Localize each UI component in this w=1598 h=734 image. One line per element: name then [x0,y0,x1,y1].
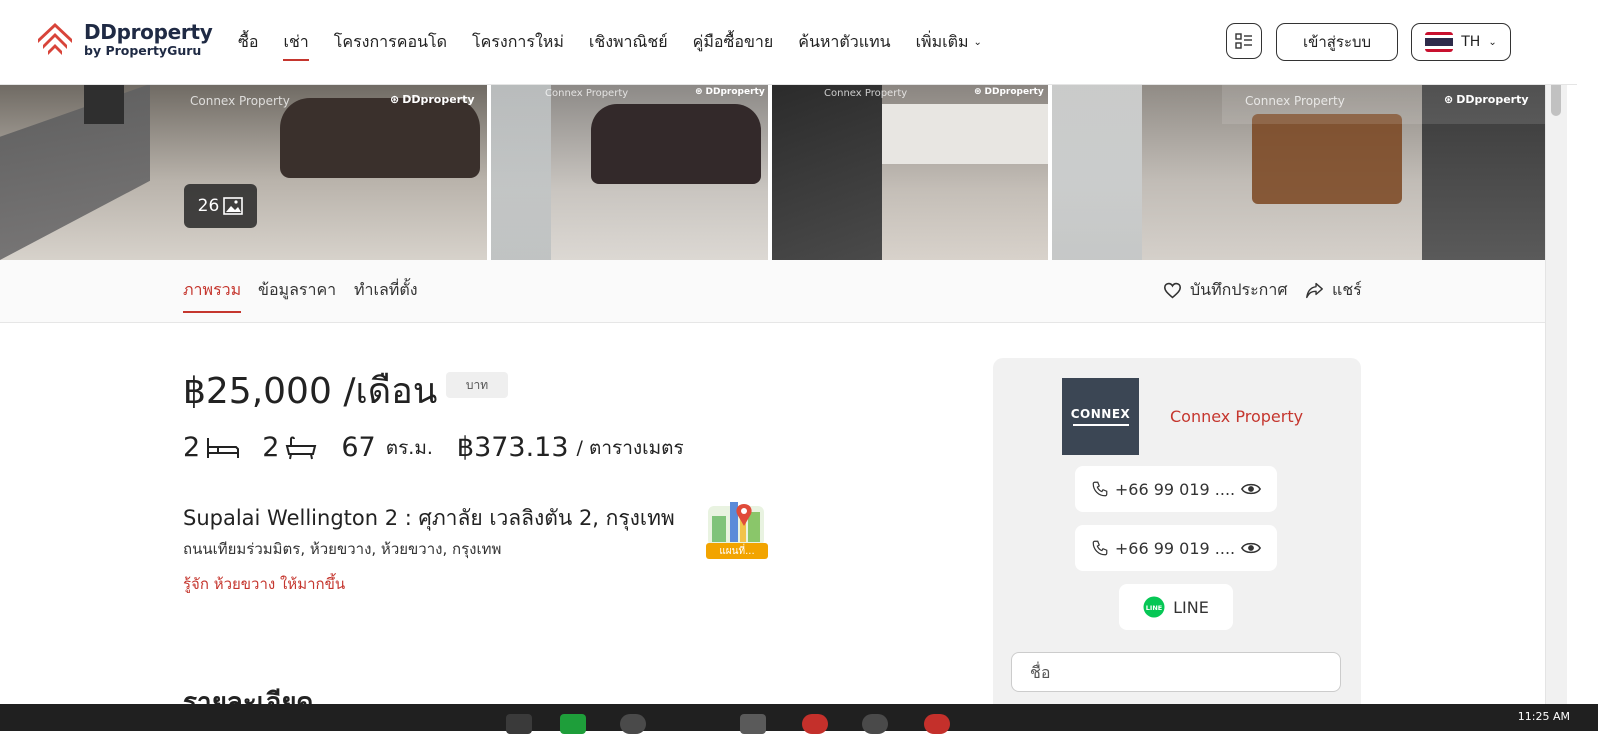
photo-count: 26 [197,196,220,216]
nav-find-agent[interactable]: ค้นหาตัวแทน [798,30,890,55]
map-label[interactable]: แผนที่... [706,543,768,559]
price-per-sqm-unit: / ตารางเมตร [576,436,684,459]
language-code: TH [1461,34,1481,50]
thai-flag-icon [1425,32,1454,52]
agent-logo-underline [1072,424,1129,426]
share-icon [1306,282,1323,299]
taskbar-app-icon[interactable] [560,714,586,734]
listing-subnav: ภาพรวม ข้อมูลราคา ทำเลที่ตั้ง บันทึกประก… [0,260,1545,323]
watermark-brand: ⊛ DDproperty [390,93,475,106]
heart-icon [1163,282,1182,299]
image-icon [223,197,244,215]
logo-subtitle: by PropertyGuru [84,43,202,59]
phone-button-2[interactable]: +66 99 019 .... [1075,525,1277,571]
main-nav: ซื้อ เช่า โครงการคอนโด โครงการใหม่ เชิงพ… [238,30,1007,61]
share-button[interactable]: แชร์ [1305,278,1362,303]
taskbar-app-icon[interactable] [506,714,532,734]
name-input[interactable] [1011,652,1341,692]
eye-icon [1241,483,1262,495]
system-clock[interactable]: 11:25 AM [1518,710,1570,723]
phone-number-1: +66 99 019 .... [1114,479,1236,499]
photo-gallery[interactable]: Connex Property ⊛ DDproperty 26 Connex Pr… [0,84,1545,260]
login-button[interactable]: เข้าสู่ระบบ [1276,23,1398,61]
gallery-photo[interactable]: Connex Property ⊛ DDproperty [772,84,1048,260]
agent-logo-text: CONNEX [1070,407,1131,421]
bed-icon [207,437,240,458]
phone-number-2: +66 99 019 .... [1114,538,1236,558]
nav-condo-projects[interactable]: โครงการคอนโด [334,30,447,55]
nav-more[interactable]: เพิ่มเติม ⌄ [916,30,982,55]
area-unit: ตร.ม. [385,436,433,459]
listing-specs: 2 2 67 ตร.ม. ฿373.13 / ตารางเมตร [183,432,684,463]
tab-location[interactable]: ทำเลที่ตั้ง [354,278,418,303]
line-app-icon: LINE [1143,596,1165,618]
taskbar-app-icon[interactable] [862,714,888,734]
phone-icon [1092,481,1108,497]
gallery-photo[interactable]: Connex Property ⊛ DDproperty [1052,84,1545,260]
watermark-brand: ⊛ DDproperty [695,87,765,97]
svg-text:LINE: LINE [1146,604,1162,612]
line-contact-button[interactable]: LINE LINE [1119,584,1233,630]
taskbar-app-icon[interactable] [802,714,828,734]
language-selector[interactable]: TH ⌄ [1411,23,1511,61]
gallery-photo[interactable]: Connex Property ⊛ DDproperty 26 [0,84,487,260]
gallery-photo[interactable]: Connex Property ⊛ DDproperty [491,84,768,260]
watermark-agency: Connex Property [824,88,908,99]
currency-tag[interactable]: บาท [446,372,508,398]
price-per-sqm: ฿373.13 [456,432,569,463]
site-header: DDproperty by PropertyGuru ซื้อ เช่า โคร… [0,0,1577,85]
phone-button-1[interactable]: +66 99 019 .... [1075,466,1277,512]
tab-price-info[interactable]: ข้อมูลราคา [258,278,336,303]
agent-name[interactable]: Connex Property [1170,407,1303,426]
watermark-agency: Connex Property [1245,94,1345,108]
save-listing-label: บันทึกประกาศ [1190,280,1288,299]
nav-rent[interactable]: เช่า [283,30,310,61]
photo-count-button[interactable]: 26 [184,184,257,228]
listing-address: ถนนเทียมร่วมมิตร, ห้วยขวาง, ห้วยขวาง, กร… [183,540,502,558]
watermark-brand: ⊛ DDproperty [974,87,1044,97]
bathtub-icon [286,436,317,459]
line-label: LINE [1173,597,1209,617]
taskbar-app-icon[interactable] [924,714,950,734]
house-logo-icon [38,23,72,55]
nav-guides[interactable]: คู่มือซื้อขาย [693,30,774,55]
taskbar-app-icon[interactable] [740,714,766,734]
nav-more-label: เพิ่มเติม [915,32,969,51]
page-scrollbar[interactable]: ▲ [1545,0,1567,731]
nav-new-projects[interactable]: โครงการใหม่ [472,30,564,55]
listing-price: ฿25,000 /เดือน [183,371,438,412]
taskbar-app-icon[interactable] [620,714,646,734]
save-listing-button[interactable]: บันทึกประกาศ [1163,278,1288,303]
watermark-brand: ⊛ DDproperty [1444,93,1529,106]
area-value: 67 [341,432,376,463]
agent-contact-card: CONNEX Connex Property +66 99 019 .... +… [993,358,1361,718]
agent-logo[interactable]: CONNEX [1062,378,1139,455]
phone-icon [1092,540,1108,556]
ddproperty-logo[interactable]: DDproperty by PropertyGuru [34,19,213,61]
bathroom-count: 2 [262,432,280,463]
watermark-agency: Connex Property [190,94,290,108]
watermark-agency: Connex Property [545,88,629,99]
know-area-link[interactable]: รู้จัก ห้วยขวาง ให้มากขึ้น [183,572,345,596]
bedroom-count: 2 [183,432,201,463]
share-label: แชร์ [1332,280,1362,299]
chevron-down-icon: ⌄ [1488,36,1497,48]
shortlist-button[interactable] [1226,23,1262,59]
tab-overview[interactable]: ภาพรวม [183,278,242,313]
chevron-down-icon: ⌄ [973,37,982,48]
nav-commercial[interactable]: เชิงพาณิชย์ [589,30,668,55]
eye-icon [1241,542,1262,554]
project-name[interactable]: Supalai Wellington 2 : ศุภาลัย เวลลิงตัน… [183,502,675,535]
list-icon [1235,33,1252,49]
os-taskbar: 11:25 AM [0,704,1598,734]
logo-wordmark: DDproperty [84,20,213,45]
nav-buy[interactable]: ซื้อ [238,30,258,55]
